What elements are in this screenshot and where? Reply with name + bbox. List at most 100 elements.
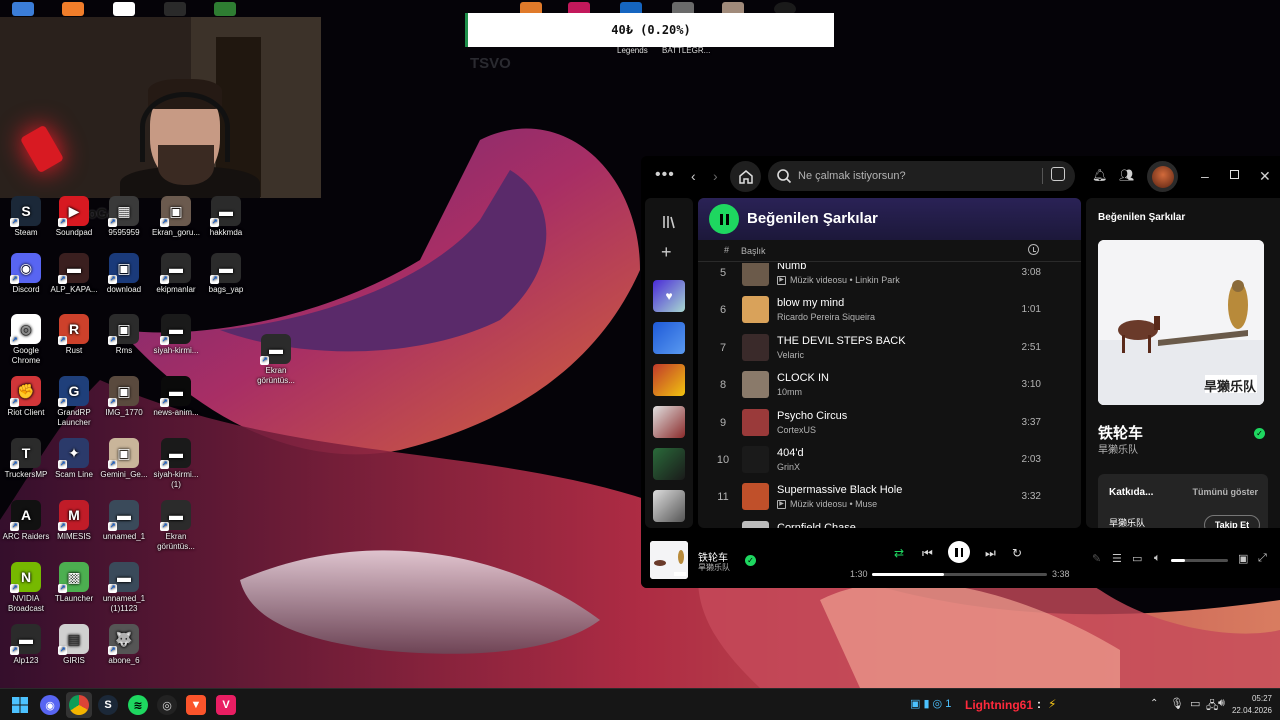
desktop-icon[interactable]: ▬ ↗ siyah-kirmi... (1) <box>150 438 202 490</box>
track-row[interactable]: 10 404'd GrinX 2:03 <box>698 442 1081 479</box>
credit-artist[interactable]: 旱獭乐队 <box>1109 516 1145 528</box>
desktop-icon[interactable]: T ↗ TruckersMP <box>0 438 52 480</box>
now-playing-thumbnail[interactable] <box>650 541 688 579</box>
desktop-icon[interactable]: G ↗ GrandRP Launcher <box>48 376 100 428</box>
desktop-icon[interactable]: ▶ ↗ Soundpad <box>48 196 100 238</box>
track-row[interactable]: 5 Numb ▶ Müzik videosu • Linkin Park 3:08 <box>698 263 1081 292</box>
desktop-icon[interactable]: ▣ ↗ Gemini_Ge... <box>98 438 150 480</box>
desktop-icon[interactable]: ▬ ↗ Alp123 <box>0 624 52 666</box>
saved-check-icon[interactable]: ✓ <box>745 555 756 566</box>
friends-icon[interactable]: 👥︎ <box>1119 168 1134 182</box>
desktop-icon[interactable]: ▬ ↗ bags_yap <box>200 253 252 295</box>
player-song-artist[interactable]: 旱獭乐队 <box>698 562 730 573</box>
devices-icon[interactable]: ▭ <box>1132 552 1142 565</box>
volume-icon[interactable]: 🔈︎ <box>1154 552 1161 565</box>
desktop-icon[interactable]: ✦ ↗ Scam Line <box>48 438 100 480</box>
track-artist[interactable]: 10mm <box>777 387 802 397</box>
desktop-icon[interactable]: ▬ ↗ siyah-kirmi... <box>150 314 202 356</box>
track-title[interactable]: 404'd <box>777 447 804 459</box>
track-artist[interactable]: ▶ Müzik videosu • Muse <box>777 499 877 509</box>
discord-taskbar-icon[interactable]: ◉ <box>40 695 60 715</box>
track-row[interactable]: 6 blow my mind Ricardo Pereira Siqueira 1:0… <box>698 292 1081 329</box>
desktop-icon[interactable]: ✊ ↗ Riot Client <box>0 376 52 418</box>
fullscreen-icon[interactable]: ⤢ <box>1258 552 1267 565</box>
desktop-icon[interactable]: ▬ ↗ news-anim... <box>150 376 202 418</box>
desktop-icon[interactable]: ▩ ↗ TLauncher <box>48 562 100 604</box>
maximize-icon[interactable] <box>1230 170 1239 179</box>
desktop-icon[interactable]: ▦ ↗ 9595959 <box>98 196 150 238</box>
desktop-icon[interactable]: ▣ ↗ download <box>98 253 150 295</box>
desktop-icon[interactable]: ▬ ↗ unnamed_1 (1)1123 <box>98 562 150 614</box>
playlist-tile[interactable] <box>653 490 685 522</box>
more-options-icon[interactable]: ••• <box>655 166 675 184</box>
mini-player-icon[interactable]: ▣ <box>1238 552 1248 565</box>
home-button[interactable] <box>730 161 761 192</box>
brave-taskbar-icon[interactable]: ▼ <box>186 695 206 715</box>
previous-icon[interactable]: ⏮︎ <box>922 546 933 561</box>
track-title[interactable]: Supermassive Black Hole <box>777 484 902 496</box>
tray-icons[interactable]: ▣ ▮ ◎ 1 <box>910 697 951 710</box>
playlist-tile[interactable] <box>653 322 685 354</box>
shuffle-icon[interactable]: ⇄ <box>894 546 904 560</box>
play-pause-button[interactable] <box>948 541 970 563</box>
folder-icon[interactable] <box>12 2 34 16</box>
microphone-icon[interactable]: 🎙︎ <box>1170 697 1184 710</box>
windows-start-icon[interactable] <box>10 695 30 715</box>
desktop-icon[interactable]: M ↗ MIMESIS <box>48 500 100 542</box>
follow-button[interactable]: Takip Et <box>1204 515 1260 528</box>
track-row[interactable]: 8 CLOCK IN 10mm 3:10 <box>698 367 1081 404</box>
playlist-pause-button[interactable] <box>709 204 739 234</box>
desktop-icon[interactable]: ▬ ↗ hakkmda <box>200 196 252 238</box>
liked-songs-tile[interactable]: ♥ <box>653 280 685 312</box>
green-cat-icon[interactable] <box>214 2 236 16</box>
steam-taskbar-icon[interactable]: S <box>98 695 118 715</box>
track-title[interactable]: Numb <box>777 263 806 272</box>
track-title[interactable]: Cornfield Chase <box>777 522 856 528</box>
mail-icon[interactable] <box>113 2 135 16</box>
track-artist[interactable]: CortexUS <box>777 425 816 435</box>
track-row[interactable]: 11 Supermassive Black Hole ▶ Müzik videosu … <box>698 479 1081 516</box>
desktop-icon[interactable]: ▬ ↗ ALP_KAPA... <box>48 253 100 295</box>
desktop-icon[interactable]: ▣ ↗ Rms <box>98 314 150 356</box>
desktop-icon[interactable]: ▤ ↗ GIRIS <box>48 624 100 666</box>
browse-icon[interactable] <box>1051 167 1065 181</box>
speaker-icon[interactable]: 🔊︎ <box>1218 697 1225 710</box>
desktop-icon[interactable]: S ↗ Steam <box>0 196 52 238</box>
mic-icon[interactable]: ✎ <box>1092 552 1101 565</box>
track-artist[interactable]: Ricardo Pereira Siqueira <box>777 312 875 322</box>
cat-icon[interactable] <box>164 2 186 16</box>
column-title[interactable]: Başlık <box>741 246 766 256</box>
chevron-up-icon[interactable]: ⌃ <box>1150 698 1158 709</box>
track-title[interactable]: THE DEVIL STEPS BACK <box>777 335 906 347</box>
playlist-tile[interactable] <box>653 406 685 438</box>
track-row[interactable]: 12Cornfield Chase <box>698 517 1081 528</box>
queue-icon[interactable]: ☰ <box>1112 552 1122 565</box>
now-playing-heading[interactable]: Beğenilen Şarkılar <box>1098 212 1185 223</box>
track-row[interactable]: 9 Psycho Circus CortexUS 3:37 <box>698 405 1081 442</box>
saved-check-icon[interactable]: ✓ <box>1254 428 1265 439</box>
obs-taskbar-icon[interactable]: ◎ <box>157 695 177 715</box>
bell-icon[interactable]: 🔔︎ <box>1092 168 1107 182</box>
desktop-icon[interactable]: N ↗ NVIDIA Broadcast <box>0 562 52 614</box>
playlist-tile[interactable] <box>653 448 685 480</box>
desktop-icon[interactable]: ◉ ↗ Discord <box>0 253 52 295</box>
avatar[interactable] <box>1147 161 1178 192</box>
desktop-icon[interactable]: ▬ ↗ Ekran görüntüs... <box>250 334 302 386</box>
desktop-icon[interactable]: ▬ ↗ unnamed_1 <box>98 500 150 542</box>
show-all-link[interactable]: Tümünü göster <box>1193 487 1259 497</box>
spotify-taskbar-icon[interactable]: ≋ <box>128 695 148 715</box>
desktop-icon[interactable]: ▬ ↗ ekipmanlar <box>150 253 202 295</box>
close-icon[interactable]: ✕ <box>1259 168 1271 185</box>
network-icon[interactable]: 🖧︎ <box>1206 697 1218 716</box>
desktop-icon[interactable]: ◎ ↗ Google Chrome <box>0 314 52 366</box>
volume-slider[interactable] <box>1171 559 1228 562</box>
chrome-taskbar-icon[interactable] <box>69 695 89 715</box>
desktop-icon[interactable]: A ↗ ARC Raiders <box>0 500 52 542</box>
track-artist[interactable]: ▶ Müzik videosu • Linkin Park <box>777 275 900 285</box>
desktop-icon[interactable]: ▣ ↗ Ekran_goru... <box>150 196 202 238</box>
track-row[interactable]: 7 THE DEVIL STEPS BACK Velaric 2:51 <box>698 330 1081 367</box>
track-artist[interactable]: GrinX <box>777 462 800 472</box>
library-icon[interactable] <box>661 214 677 230</box>
song-artist[interactable]: 旱獭乐队 <box>1098 441 1138 456</box>
track-artist[interactable]: Velaric <box>777 350 804 360</box>
